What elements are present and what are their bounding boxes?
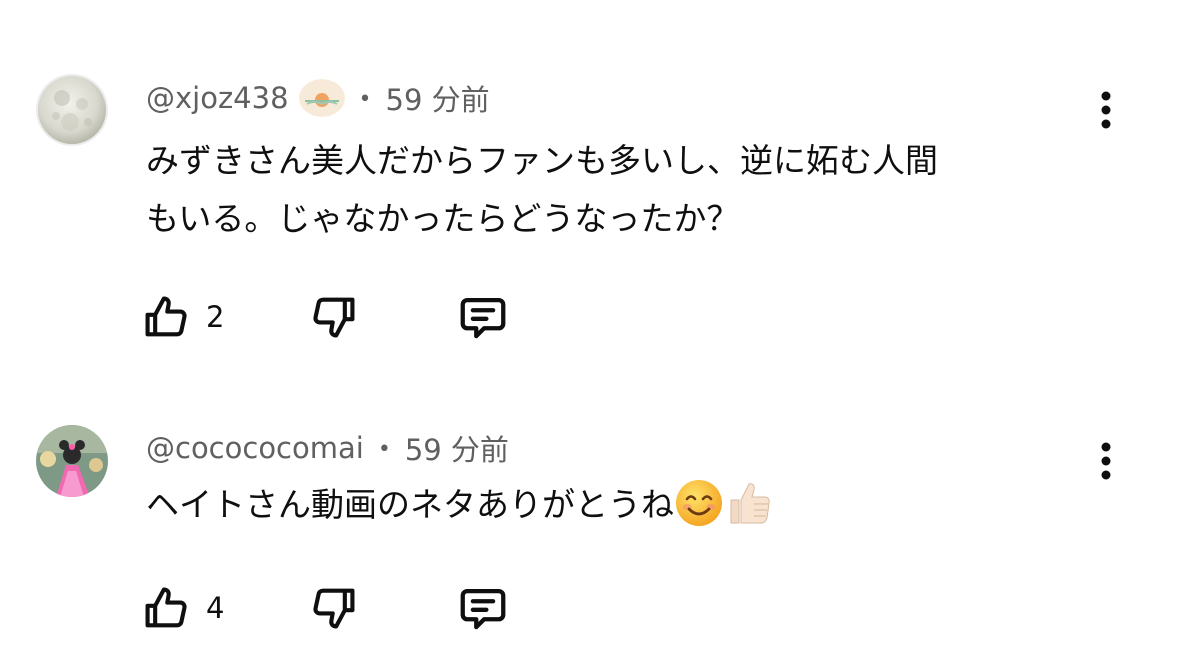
more-vertical-icon xyxy=(1101,442,1111,480)
thumb-up-icon xyxy=(145,296,187,337)
author-name[interactable]: @xjoz438 xyxy=(146,81,289,115)
comment-text-line: もいる。じゃなかったらどうなったか？ xyxy=(146,199,740,238)
comment-reply-icon xyxy=(460,297,506,339)
comment-actions: 2 xyxy=(140,287,560,347)
comment-header: @cocococomai • 59 分前 xyxy=(146,428,509,468)
like-button[interactable]: 4 xyxy=(140,578,224,638)
more-vertical-icon xyxy=(1101,91,1111,129)
comment-text: ヘイトさん動画のネタありがとうね xyxy=(146,476,774,534)
separator-dot: • xyxy=(377,436,391,462)
dislike-button[interactable] xyxy=(308,287,360,347)
thumb-up-icon xyxy=(145,587,187,628)
like-count: 4 xyxy=(206,591,225,625)
dislike-button[interactable] xyxy=(308,578,360,638)
author-avatar[interactable] xyxy=(36,74,108,146)
more-options-button[interactable] xyxy=(1088,436,1124,486)
comment-actions: 4 xyxy=(140,578,560,638)
thumbs-up-emoji xyxy=(724,478,774,528)
author-avatar[interactable] xyxy=(36,425,108,497)
comment-time[interactable]: 59 分前 xyxy=(405,427,509,469)
thumb-down-icon xyxy=(313,588,355,629)
comment-time[interactable]: 59 分前 xyxy=(386,77,490,119)
like-button[interactable]: 2 xyxy=(140,287,224,347)
comment-text: みずきさん美人だからファンも多いし、逆に妬む人間 もいる。じゃなかったらどうなっ… xyxy=(146,132,938,248)
comment-reply-icon xyxy=(460,588,506,630)
comment-header: @xjoz438 • 59 分前 xyxy=(146,78,490,118)
author-name[interactable]: @cocococomai xyxy=(146,431,364,465)
thumb-down-icon xyxy=(313,297,355,338)
reply-button[interactable] xyxy=(456,287,510,347)
smiling-face-emoji xyxy=(674,478,724,528)
comment-text-line: ヘイトさん動画のネタありがとうね xyxy=(146,485,674,524)
comment-text-line: みずきさん美人だからファンも多いし、逆に妬む人間 xyxy=(146,141,938,180)
more-options-button[interactable] xyxy=(1088,85,1124,135)
separator-dot: • xyxy=(358,86,372,112)
like-count: 2 xyxy=(206,300,225,334)
reply-button[interactable] xyxy=(456,578,510,638)
sunrise-badge-icon xyxy=(298,79,345,117)
